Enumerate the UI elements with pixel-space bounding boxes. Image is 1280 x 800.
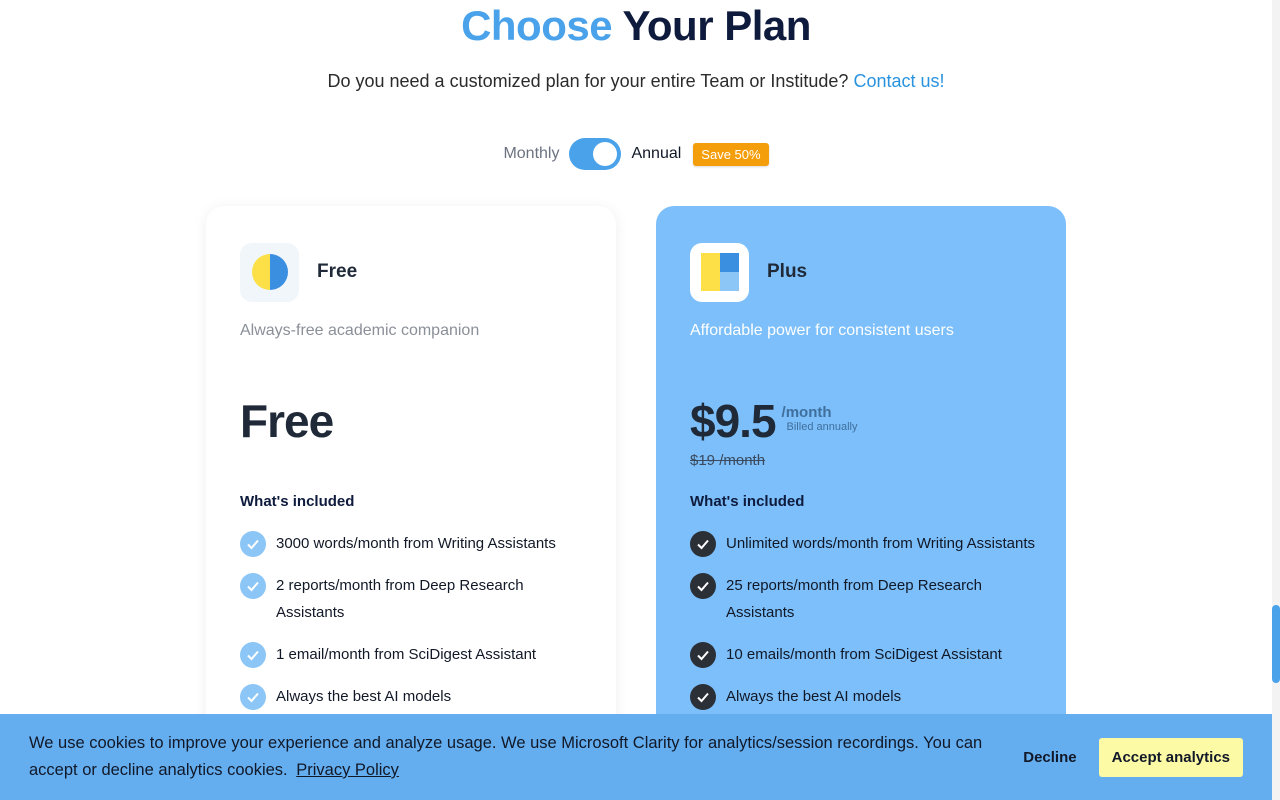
plan-description: Affordable power for consistent users (690, 322, 954, 339)
price: $9.5 (690, 395, 777, 447)
price-block: Free (240, 394, 334, 448)
check-icon (690, 573, 716, 599)
contact-us-link[interactable]: Contact us! (853, 71, 944, 91)
scrollbar-thumb[interactable] (1272, 605, 1280, 683)
price-row: $9.5 /month Billed annually (690, 394, 857, 448)
monthly-label[interactable]: Monthly (503, 145, 559, 163)
list-item: 1 email/month from SciDigest Assistant (240, 641, 590, 668)
check-icon (240, 642, 266, 668)
list-item: Always the best AI models (240, 683, 590, 710)
feature-text: 3000 words/month from Writing Assistants (276, 535, 556, 552)
title-rest: Your Plan (622, 2, 812, 49)
list-item: 10 emails/month from SciDigest Assistant (690, 641, 1040, 668)
price: Free (240, 395, 334, 447)
subtitle-text: Do you need a customized plan for your e… (327, 71, 849, 91)
check-icon (240, 573, 266, 599)
check-icon (240, 684, 266, 710)
check-icon (240, 531, 266, 557)
list-item: 3000 words/month from Writing Assistants (240, 530, 590, 557)
cookie-actions: Decline Accept analytics (1023, 737, 1243, 777)
panels-icon (690, 242, 749, 302)
plan-header: Plus (690, 242, 1032, 302)
accept-analytics-button[interactable]: Accept analytics (1098, 737, 1243, 777)
plan-name: Plus (767, 261, 808, 282)
plan-card-free: Free Always-free academic companion Free… (206, 206, 616, 766)
plan-description: Always-free academic companion (240, 322, 480, 339)
cookie-message: We use cookies to improve your experienc… (29, 734, 983, 779)
feature-text: 25 reports/month from Deep Research Assi… (726, 577, 982, 621)
old-price: $19 /month (690, 452, 766, 469)
check-icon (690, 531, 716, 557)
plan-header: Free (240, 242, 582, 302)
price-unit: /month Billed annually (782, 404, 858, 433)
feature-text: Unlimited words/month from Writing Assis… (726, 535, 1035, 552)
included-heading: What's included (240, 493, 355, 510)
list-item: Unlimited words/month from Writing Assis… (690, 530, 1040, 557)
feature-text: Always the best AI models (726, 688, 902, 705)
switch-knob (593, 142, 618, 166)
page-title: Choose Your Plan (0, 2, 1272, 50)
included-heading: What's included (690, 493, 805, 510)
feature-text: Always the best AI models (276, 688, 452, 705)
per-month: /month (781, 404, 832, 421)
check-icon (690, 642, 716, 668)
plan-card-plus: Plus Affordable power for consistent use… (656, 206, 1066, 766)
billed-note: Billed annually (786, 421, 858, 433)
title-accent: Choose (461, 2, 613, 49)
subtitle: Do you need a customized plan for your e… (0, 71, 1272, 92)
feature-list: 3000 words/month from Writing Assistants… (240, 530, 590, 725)
plan-name: Free (317, 261, 358, 282)
decline-button[interactable]: Decline (1023, 741, 1076, 774)
scrollbar[interactable] (1272, 0, 1280, 800)
cookie-text: We use cookies to improve your experienc… (29, 730, 994, 784)
list-item: 25 reports/month from Deep Research Assi… (690, 572, 1040, 626)
billing-toggle: Monthly Annual Save 50% (0, 138, 1272, 170)
save-badge: Save 50% (693, 142, 769, 166)
feature-text: 2 reports/month from Deep Research Assis… (276, 577, 524, 621)
list-item: 2 reports/month from Deep Research Assis… (240, 572, 590, 626)
billing-switch[interactable] (569, 138, 622, 170)
feature-text: 1 email/month from SciDigest Assistant (276, 646, 537, 663)
feature-text: 10 emails/month from SciDigest Assistant (726, 646, 1002, 663)
list-item: Always the best AI models (690, 683, 1040, 710)
check-icon (690, 684, 716, 710)
privacy-policy-link[interactable]: Privacy Policy (296, 761, 399, 779)
cookie-banner: We use cookies to improve your experienc… (0, 714, 1272, 800)
feature-list: Unlimited words/month from Writing Assis… (690, 530, 1040, 725)
half-circle-icon (240, 242, 299, 302)
price-block: $9.5 /month Billed annually $19 /month (690, 394, 857, 469)
annual-label[interactable]: Annual (631, 145, 681, 163)
pricing-page: Choose Your Plan Do you need a customize… (0, 0, 1272, 800)
